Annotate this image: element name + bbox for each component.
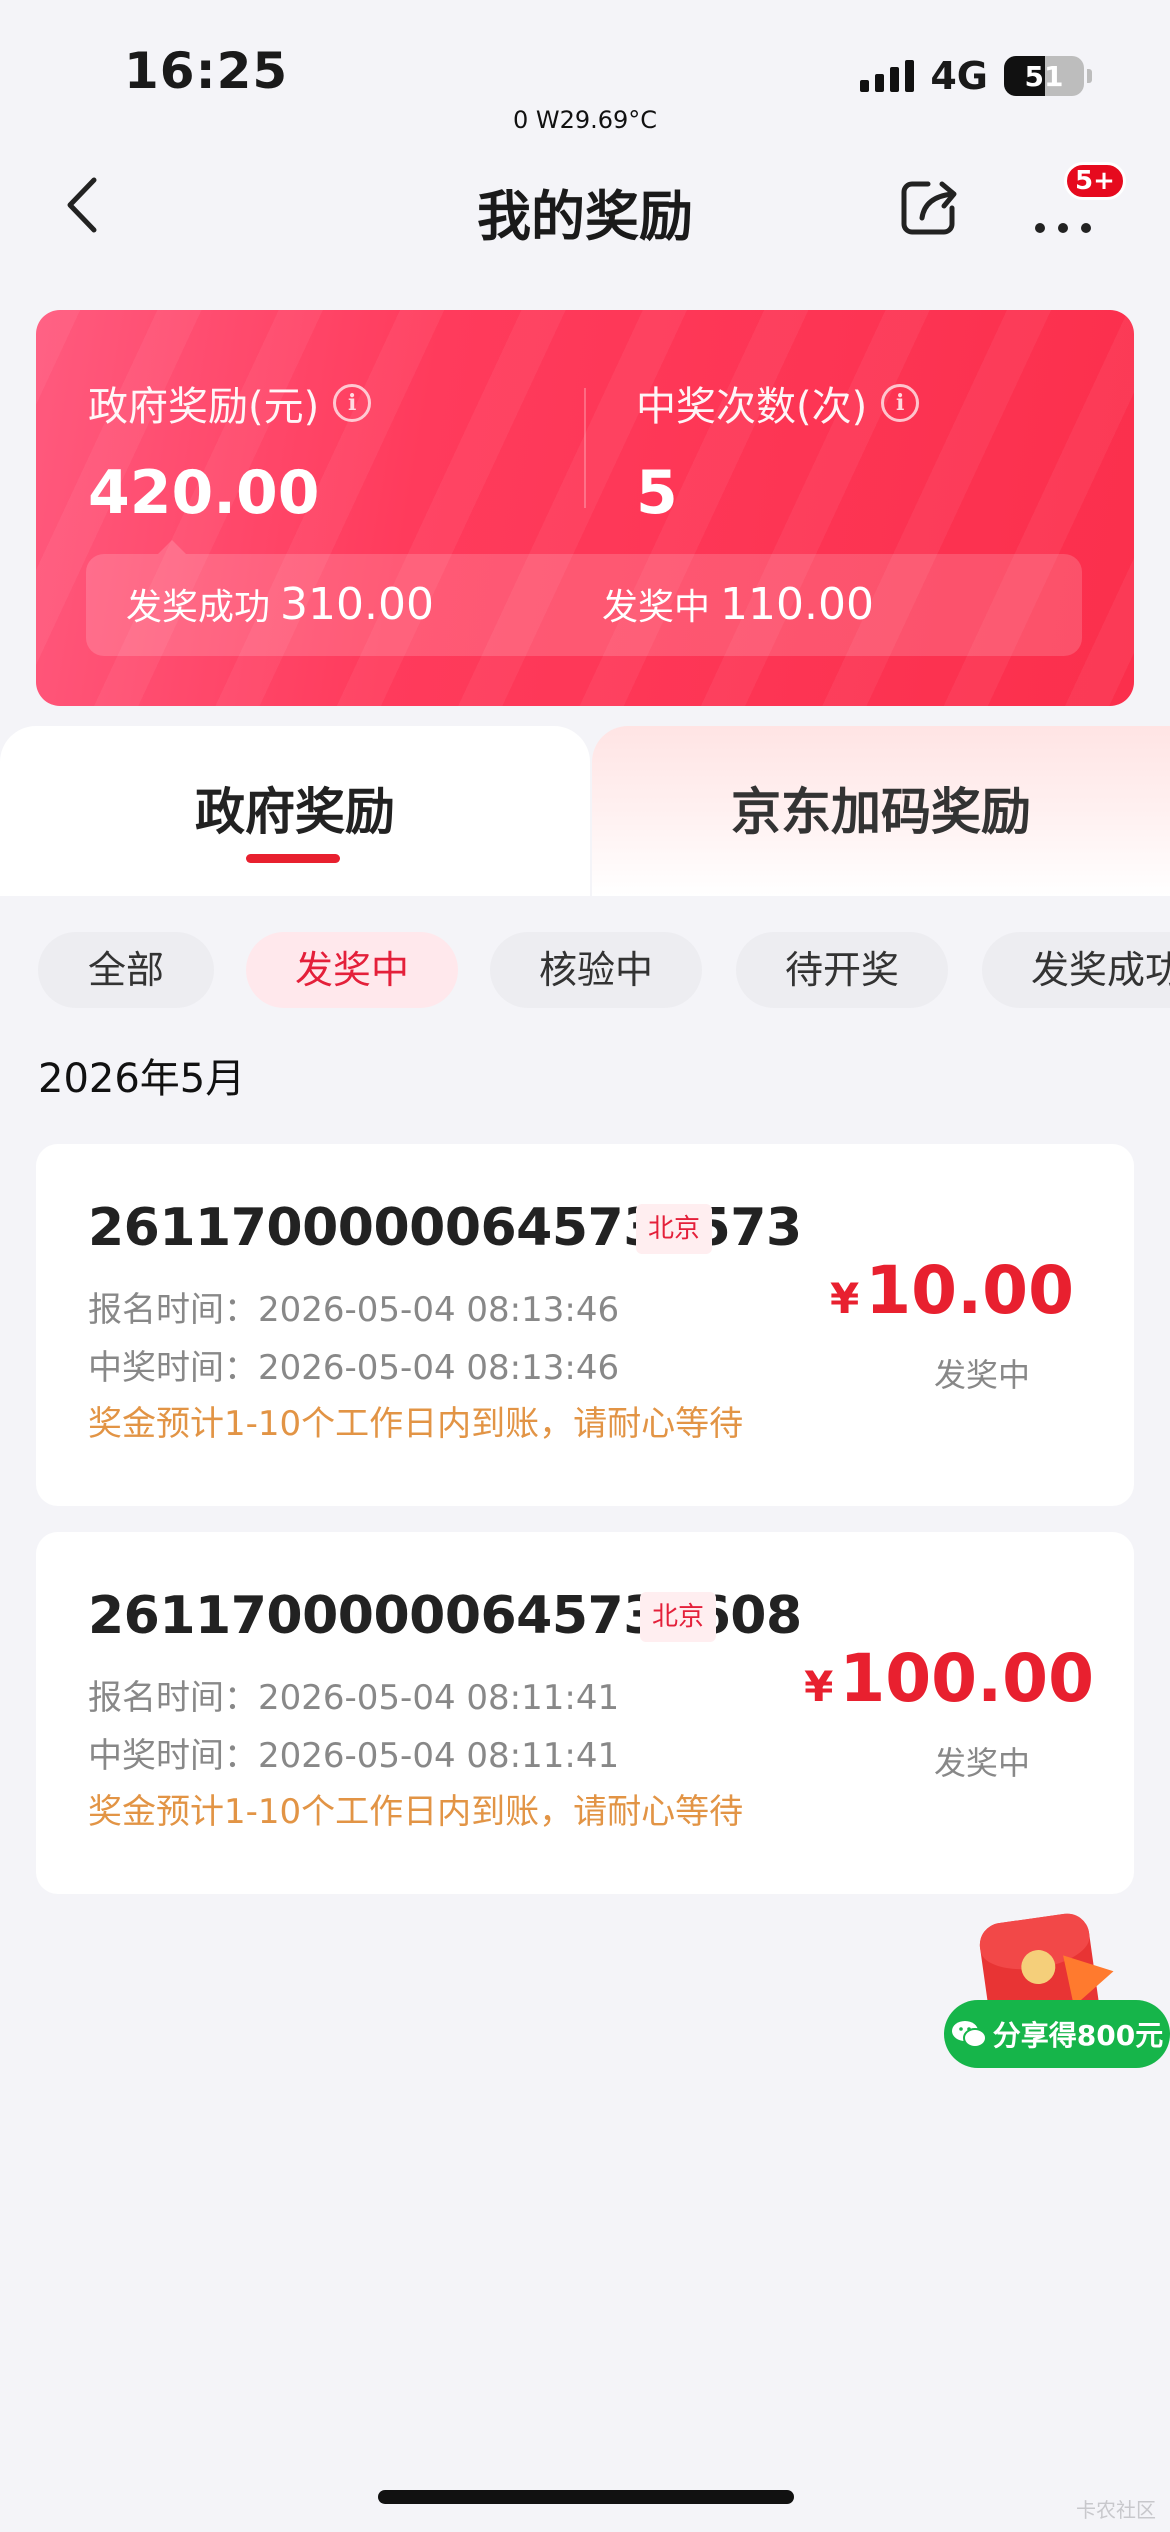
status-time: 16:25 bbox=[124, 42, 289, 100]
win-count-label-row: 中奖次数(次) i bbox=[636, 374, 920, 432]
status-subtitle: 0 W29.69°C bbox=[512, 106, 658, 134]
reward-breakdown-bar: 发奖成功 310.00 发奖中 110.00 bbox=[86, 540, 1082, 656]
tab-label: 京东加码奖励 bbox=[731, 783, 1031, 841]
share-button[interactable]: 分享得800元 bbox=[944, 2000, 1170, 2068]
wechat-icon bbox=[951, 2021, 987, 2048]
notification-badge: 5+ bbox=[1064, 162, 1126, 200]
signup-time-row: 报名时间：2026-05-04 08:13:46 bbox=[88, 1282, 619, 1331]
win-count-label: 中奖次数(次) bbox=[636, 384, 868, 430]
reward-total-block: 政府奖励(元) i 420.00 bbox=[88, 374, 372, 528]
network-type: 4G bbox=[930, 54, 988, 98]
reward-total-label-row: 政府奖励(元) i bbox=[88, 374, 372, 432]
nav-bar: 我的奖励 5+ bbox=[0, 150, 1170, 260]
filter-chip-issued[interactable]: 发奖成功 bbox=[982, 932, 1170, 1008]
win-time-value: 2026-05-04 08:13:46 bbox=[258, 1348, 620, 1388]
signup-time-label: 报名时间： bbox=[88, 1290, 258, 1330]
reward-amount: ¥10.00 bbox=[830, 1252, 1074, 1329]
win-time-label: 中奖时间： bbox=[88, 1348, 258, 1388]
reward-summary-card: 政府奖励(元) i 420.00 中奖次数(次) i 5 发奖成功 310.00 … bbox=[36, 310, 1134, 706]
win-count-block: 中奖次数(次) i 5 bbox=[636, 374, 920, 528]
share-label: 分享得800元 bbox=[992, 2019, 1164, 2052]
success-amount-item: 发奖成功 310.00 bbox=[126, 578, 434, 630]
record-status: 发奖中 bbox=[933, 1356, 1030, 1394]
payout-note: 奖金预计1-10个工作日内到账，请耐心等待 bbox=[88, 1404, 744, 1444]
screen: 16:25 0 W29.69°C 4G 51 我的奖励 5+ 政府奖励(元) i… bbox=[0, 0, 1170, 2532]
currency-symbol: ¥ bbox=[804, 1662, 834, 1711]
divider bbox=[584, 388, 586, 508]
pending-value: 110.00 bbox=[720, 579, 874, 630]
win-time-value: 2026-05-04 08:11:41 bbox=[258, 1736, 620, 1776]
pending-label: 发奖中 bbox=[602, 587, 711, 628]
win-time-row: 中奖时间：2026-05-04 08:11:41 bbox=[88, 1728, 619, 1777]
filter-chip-all[interactable]: 全部 bbox=[38, 932, 214, 1008]
signup-time-row: 报名时间：2026-05-04 08:11:41 bbox=[88, 1670, 619, 1719]
payout-note: 奖金预计1-10个工作日内到账，请耐心等待 bbox=[88, 1792, 744, 1832]
currency-symbol: ¥ bbox=[830, 1274, 860, 1323]
page-title: 我的奖励 bbox=[477, 185, 693, 248]
win-time-label: 中奖时间： bbox=[88, 1736, 258, 1776]
bar-pointer bbox=[158, 540, 186, 554]
tab-label: 政府奖励 bbox=[195, 783, 395, 841]
reward-total-value: 420.00 bbox=[88, 458, 320, 528]
region-tag: 北京 bbox=[640, 1592, 717, 1642]
arrow-icon bbox=[1063, 1945, 1119, 2007]
filter-chip-verifying[interactable]: 核验中 bbox=[490, 932, 702, 1008]
battery-level: 51 bbox=[1024, 59, 1064, 93]
signal-icon bbox=[860, 60, 915, 92]
success-value: 310.00 bbox=[280, 579, 434, 630]
share-reward-widget[interactable]: 分享得800元 bbox=[944, 1906, 1170, 2076]
amount-value: 100.00 bbox=[839, 1640, 1094, 1717]
success-label: 发奖成功 bbox=[126, 587, 271, 628]
amount-value: 10.00 bbox=[865, 1252, 1074, 1329]
info-icon[interactable]: i bbox=[333, 384, 372, 422]
status-indicators: 4G 51 bbox=[860, 54, 1092, 98]
tab-active-indicator bbox=[246, 854, 340, 863]
filter-chip-pending-draw[interactable]: 待开奖 bbox=[736, 932, 948, 1008]
signup-time-value: 2026-05-04 08:11:41 bbox=[258, 1678, 620, 1718]
reward-record-card[interactable]: 26117000000645737573 北京 报名时间：2026-05-04 … bbox=[36, 1144, 1134, 1506]
share-icon[interactable] bbox=[898, 174, 962, 238]
record-status: 发奖中 bbox=[933, 1744, 1030, 1782]
home-indicator[interactable] bbox=[378, 2490, 794, 2504]
signup-time-label: 报名时间： bbox=[88, 1678, 258, 1718]
win-count-value: 5 bbox=[636, 458, 678, 528]
tab-gov-reward[interactable]: 政府奖励 bbox=[0, 726, 590, 896]
region-tag: 北京 bbox=[636, 1204, 713, 1254]
filter-chip-issuing[interactable]: 发奖中 bbox=[246, 932, 458, 1008]
reward-type-tabs: 京东加码奖励 政府奖励 bbox=[0, 726, 1170, 896]
reward-amount: ¥100.00 bbox=[804, 1640, 1094, 1717]
status-filter-bar: 全部 发奖中 核验中 待开奖 发奖成功 bbox=[0, 896, 1170, 1032]
reward-total-label: 政府奖励(元) bbox=[88, 384, 320, 430]
month-header: 2026年5月 bbox=[38, 1056, 246, 1102]
info-icon[interactable]: i bbox=[881, 384, 920, 422]
win-time-row: 中奖时间：2026-05-04 08:13:46 bbox=[88, 1340, 619, 1389]
battery-cap bbox=[1087, 69, 1092, 83]
reward-record-card[interactable]: 26117000000645733608 北京 报名时间：2026-05-04 … bbox=[36, 1532, 1134, 1894]
signup-time-value: 2026-05-04 08:13:46 bbox=[258, 1290, 620, 1330]
tab-jd-bonus[interactable]: 京东加码奖励 bbox=[592, 726, 1170, 896]
watermark: 卡农社区 bbox=[1076, 2498, 1156, 2522]
pending-amount-item: 发奖中 110.00 bbox=[602, 578, 874, 630]
battery-icon: 51 bbox=[1004, 56, 1084, 96]
